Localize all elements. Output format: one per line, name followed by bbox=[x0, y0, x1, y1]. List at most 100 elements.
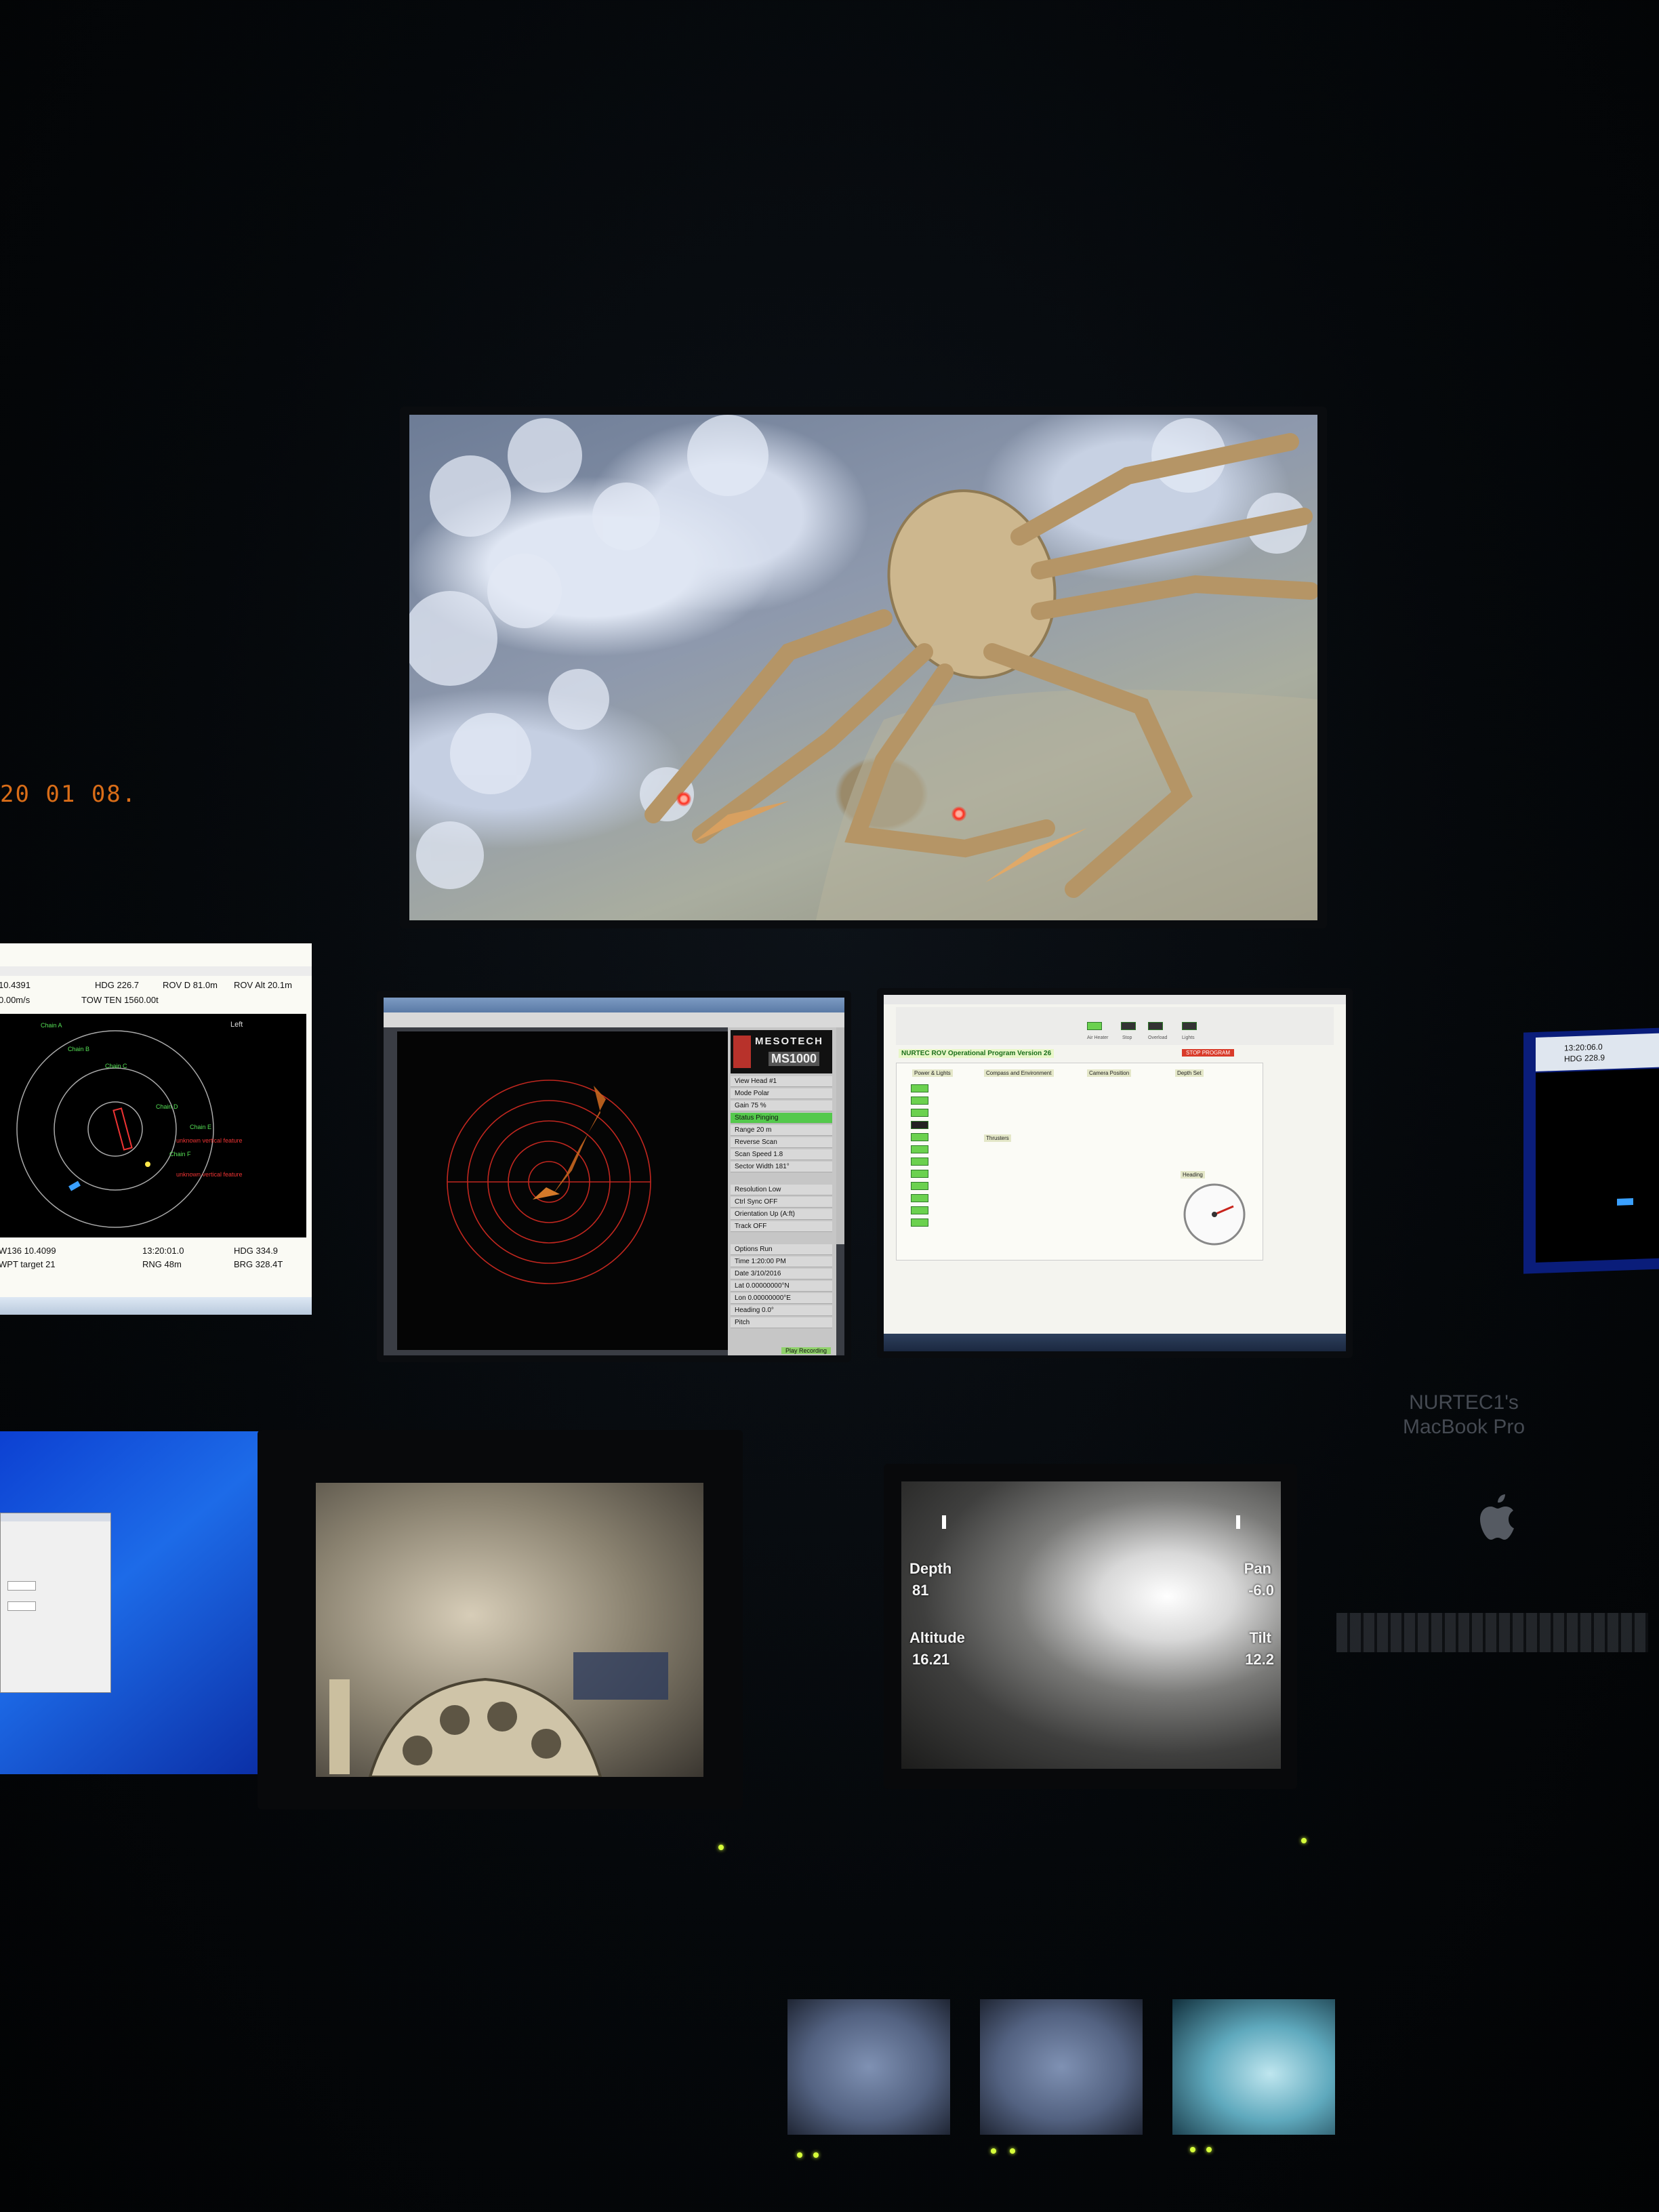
status-led-7 bbox=[718, 1845, 724, 1850]
laser-dot-left bbox=[676, 792, 691, 806]
svg-text:Chain A: Chain A bbox=[41, 1022, 62, 1029]
stop-program-button[interactable]: STOP PROGRAM bbox=[1182, 1049, 1235, 1057]
thumbnail-monitor-3 bbox=[1172, 1999, 1335, 2135]
nav-range: RNG 48m bbox=[142, 1259, 182, 1269]
power-toggle-9[interactable] bbox=[911, 1182, 928, 1190]
power-toggle-6[interactable] bbox=[911, 1145, 928, 1153]
bottom-right-camera-feed: Depth 81 Altitude 16.21 Pan -6.0 Tilt 12… bbox=[901, 1481, 1281, 1769]
sonar-row-reverse[interactable]: Reverse Scan bbox=[731, 1137, 832, 1148]
heading-gauge bbox=[1183, 1183, 1246, 1246]
dialog-titlebar[interactable] bbox=[1, 1513, 110, 1521]
osd-depth-value: 81 bbox=[912, 1582, 929, 1599]
sonar-row-view[interactable]: View Head #1 bbox=[731, 1076, 832, 1087]
mesotech-logo: MESOTECH MS1000 bbox=[731, 1030, 832, 1073]
sonar-row-ctrl-sync[interactable]: Ctrl Sync OFF bbox=[731, 1197, 832, 1208]
rov-header-area bbox=[896, 1007, 1334, 1045]
blue-desktop-screen bbox=[0, 1431, 262, 1774]
apple-logo-icon bbox=[1480, 1494, 1514, 1540]
sonar-rings bbox=[447, 1080, 651, 1284]
macbook-label: NURTEC1's MacBook Pro bbox=[1402, 1391, 1525, 1438]
section-compass: Compass and Environment bbox=[984, 1069, 1054, 1077]
nav-rov-altitude: ROV Alt 20.1m bbox=[234, 980, 292, 990]
right-screen-header bbox=[1536, 1033, 1659, 1072]
power-toggle-7[interactable] bbox=[911, 1158, 928, 1166]
svg-text:Chain B: Chain B bbox=[68, 1046, 89, 1052]
brand-model: MS1000 bbox=[769, 1052, 820, 1066]
section-heading: Heading bbox=[1181, 1171, 1205, 1179]
dialog-button-1[interactable] bbox=[7, 1581, 36, 1591]
desktop-dialog-window[interactable] bbox=[0, 1513, 111, 1693]
rov-control-screen: NURTEC ROV Operational Program Version 2… bbox=[884, 995, 1346, 1351]
sonar-row-resolution[interactable]: Resolution Low bbox=[731, 1185, 832, 1195]
sonar-row-range[interactable]: Range 20 m bbox=[731, 1125, 832, 1136]
svg-text:Chain F: Chain F bbox=[169, 1151, 191, 1158]
nav-plot-area[interactable]: Chain A Chain B Chain C Chain D Chain E Chai… bbox=[0, 1014, 306, 1237]
thumbnail-monitor-1 bbox=[787, 1999, 950, 2135]
osd-tilt-label: Tilt bbox=[1249, 1629, 1271, 1646]
power-toggle-1[interactable] bbox=[911, 1084, 928, 1092]
sonar-row-lon: Lon 0.00000000°E bbox=[731, 1293, 832, 1304]
nav-range-rings: Chain A Chain B Chain C Chain D Chain E Chai… bbox=[16, 1022, 243, 1228]
sonar-row-scan-speed[interactable]: Scan Speed 1.8 bbox=[731, 1149, 832, 1160]
sonar-row-mode[interactable]: Mode Polar bbox=[731, 1088, 832, 1099]
svg-text:Chain D: Chain D bbox=[156, 1103, 178, 1110]
nav-bottom-heading: HDG 334.9 bbox=[234, 1246, 279, 1256]
sonar-side-tabs[interactable] bbox=[836, 1027, 844, 1244]
nav-rov-depth: ROV D 81.0m bbox=[163, 980, 218, 990]
osd-altitude-value: 16.21 bbox=[912, 1651, 950, 1668]
osd-tilt-value: 12.2 bbox=[1245, 1651, 1274, 1668]
sonar-row-status[interactable]: Status Pinging bbox=[731, 1113, 832, 1124]
power-toggle-11[interactable] bbox=[911, 1206, 928, 1214]
sonar-row-heading: Heading 0.0° bbox=[731, 1305, 832, 1316]
sonar-toolbar[interactable] bbox=[384, 1012, 844, 1027]
osd-depth-label: Depth bbox=[909, 1560, 952, 1577]
sonar-row-time: Time 1:20:00 PM bbox=[731, 1256, 832, 1267]
power-toggle-5[interactable] bbox=[911, 1133, 928, 1141]
sonar-row-lat: Lat 0.00000000°N bbox=[731, 1281, 832, 1292]
status-led-1 bbox=[797, 2152, 802, 2158]
indicator-led-1 bbox=[1087, 1022, 1102, 1030]
sonar-screen: MESOTECH MS1000 View Head #1 Mode Polar … bbox=[384, 998, 844, 1355]
sonar-polar-plot[interactable] bbox=[397, 1031, 728, 1350]
status-led-3 bbox=[991, 2148, 996, 2154]
svg-text:Chain C: Chain C bbox=[105, 1063, 127, 1069]
nav-toolbar[interactable] bbox=[0, 966, 312, 976]
right-edge-screen: 13:20:06.0 HDG 228.9 bbox=[1523, 1027, 1659, 1274]
sonar-status-bar: Play Recording bbox=[781, 1347, 831, 1354]
section-thrusters: Thrusters bbox=[984, 1134, 1011, 1142]
power-toggle-10[interactable] bbox=[911, 1194, 928, 1202]
indicator-label-2: Stop bbox=[1122, 1036, 1132, 1040]
sonar-row-gain[interactable]: Gain 75 % bbox=[731, 1101, 832, 1111]
dialog-button-2[interactable] bbox=[7, 1601, 36, 1611]
right-screen-plot[interactable] bbox=[1536, 1068, 1659, 1263]
power-toggle-3[interactable] bbox=[911, 1109, 928, 1117]
thumbnail-monitor-2 bbox=[980, 1999, 1143, 2135]
power-toggle-12[interactable] bbox=[911, 1218, 928, 1227]
rov-taskbar[interactable] bbox=[884, 1334, 1346, 1351]
sonar-row-options[interactable]: Options Run bbox=[731, 1244, 832, 1255]
sonar-row-orientation[interactable]: Orientation Up (A:ft) bbox=[731, 1209, 832, 1220]
status-led-4 bbox=[1010, 2148, 1015, 2154]
rov-menubar[interactable] bbox=[884, 995, 1346, 1004]
power-toggle-8[interactable] bbox=[911, 1170, 928, 1178]
mesotech-logo-mark bbox=[733, 1036, 751, 1068]
status-led-5 bbox=[1190, 2147, 1195, 2152]
power-toggle-4[interactable] bbox=[911, 1121, 928, 1129]
power-toggle-2[interactable] bbox=[911, 1097, 928, 1105]
sonar-row-track[interactable]: Track OFF bbox=[731, 1221, 832, 1232]
osd-altitude-label: Altitude bbox=[909, 1629, 965, 1646]
sonar-titlebar[interactable] bbox=[384, 998, 844, 1012]
sonar-row-date: Date 3/10/2016 bbox=[731, 1269, 832, 1279]
macbook-keyboard bbox=[1336, 1613, 1648, 1652]
sonar-row-sector[interactable]: Sector Width 181° bbox=[731, 1162, 832, 1172]
nav-speed: 0.00m/s bbox=[0, 995, 30, 1005]
osd-tick-right bbox=[1236, 1515, 1240, 1529]
nav-bottom-lon: W136 10.4099 bbox=[0, 1246, 56, 1256]
section-power-lights: Power & Lights bbox=[912, 1069, 953, 1077]
status-led-6 bbox=[1206, 2147, 1212, 2152]
clock-readout: 20 01 08. bbox=[0, 781, 138, 808]
brand-name: MESOTECH bbox=[755, 1036, 824, 1047]
nav-heading: HDG 226.7 bbox=[95, 980, 140, 990]
bottom-left-camera-feed bbox=[316, 1483, 703, 1777]
nav-taskbar[interactable] bbox=[0, 1297, 312, 1315]
